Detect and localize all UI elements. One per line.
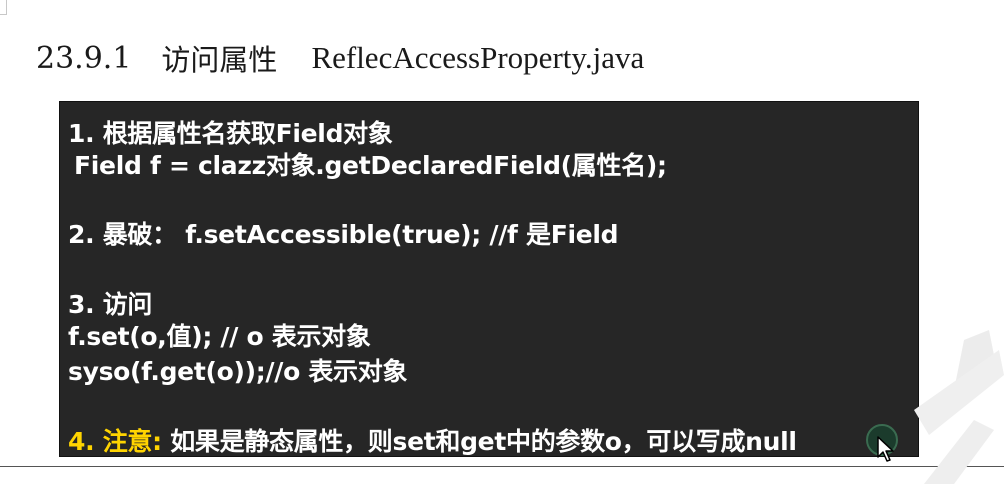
code-line-1: 1. 根据属性名获取Field对象	[68, 119, 393, 148]
note-prefix: 4. 注意:	[68, 427, 162, 456]
code-line-3: 2. 暴破： f.setAccessible(true); //f 是Field	[68, 220, 619, 249]
code-line-2: Field f = clazz对象.getDeclaredField(属性名);	[74, 151, 667, 180]
bottom-divider	[0, 466, 1004, 467]
code-line-4: 3. 访问	[68, 290, 153, 319]
code-line-6: syso(f.get(o));//o 表示对象	[68, 357, 408, 386]
section-filename: ReflecAccessProperty.java	[311, 40, 645, 75]
note-text: 如果是静态属性，则set和get中的参数o，可以写成null	[161, 427, 797, 456]
corner-mark	[0, 0, 7, 15]
section-number: 23.9.1	[36, 40, 132, 76]
section-heading: 23.9.1 访问属性 ReflecAccessProperty.java	[36, 38, 644, 78]
code-box: 1. 根据属性名获取Field对象 Field f = clazz对象.getD…	[59, 101, 919, 457]
code-line-5: f.set(o,值); // o 表示对象	[68, 322, 371, 351]
mouse-cursor-icon	[877, 436, 894, 462]
code-line-7: 4. 注意: 如果是静态属性，则set和get中的参数o，可以写成null	[68, 422, 797, 458]
watermark-shape	[914, 330, 1004, 484]
section-title: 访问属性	[161, 43, 278, 77]
